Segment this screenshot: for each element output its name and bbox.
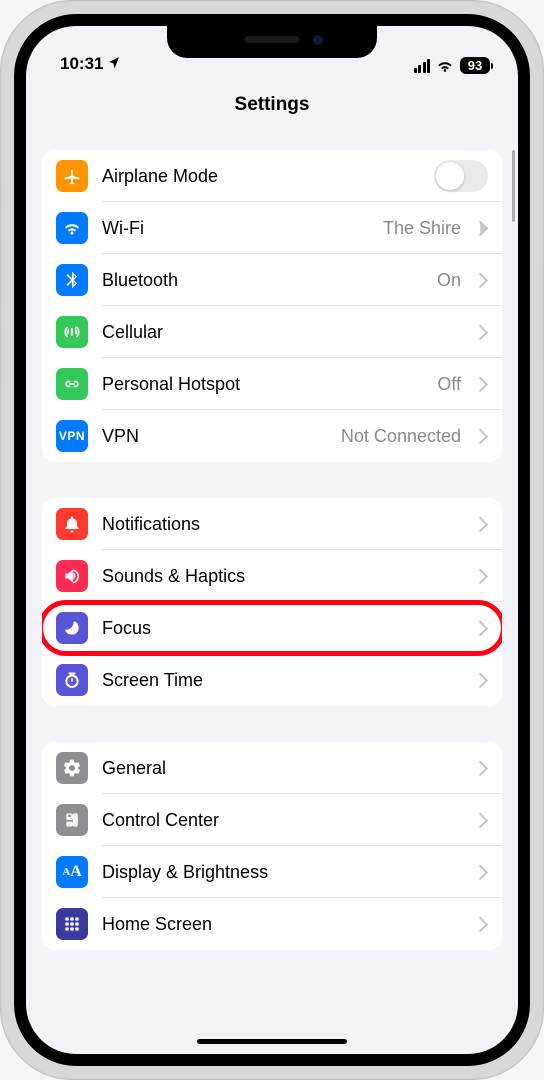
row-value: The Shire	[383, 218, 461, 239]
row-label: Bluetooth	[102, 270, 178, 291]
settings-scroll[interactable]: Airplane Mode Wi-Fi The Shire	[26, 130, 518, 1054]
group-connectivity: Airplane Mode Wi-Fi The Shire	[42, 150, 502, 462]
row-label: Screen Time	[102, 670, 203, 691]
chevron-right-icon	[479, 517, 488, 532]
row-notifications[interactable]: Notifications	[42, 498, 502, 550]
screen: 10:31 93 Settings	[26, 26, 518, 1054]
chevron-right-icon	[479, 761, 488, 776]
row-label: VPN	[102, 426, 139, 447]
row-value: Not Connected	[341, 426, 461, 447]
row-home-screen[interactable]: Home Screen	[42, 898, 502, 950]
row-value: On	[437, 270, 461, 291]
status-time: 10:31	[60, 54, 103, 74]
row-bluetooth[interactable]: Bluetooth On	[42, 254, 502, 306]
volume-down-button	[0, 322, 1, 390]
homescreen-icon	[56, 908, 88, 940]
chevron-right-icon	[479, 377, 488, 392]
airplane-toggle[interactable]	[434, 160, 488, 192]
controlcenter-icon	[56, 804, 88, 836]
row-display-brightness[interactable]: AA Display & Brightness	[42, 846, 502, 898]
focus-icon	[56, 612, 88, 644]
row-focus[interactable]: Focus	[42, 602, 502, 654]
chevron-right-icon	[479, 621, 488, 636]
chevron-right-icon	[479, 673, 488, 688]
screentime-icon	[56, 664, 88, 696]
chevron-right-icon	[479, 429, 488, 444]
signal-icon	[414, 59, 431, 73]
chevron-right-icon	[479, 917, 488, 932]
chevron-right-icon	[479, 569, 488, 584]
row-label: Sounds & Haptics	[102, 566, 245, 587]
wifi-icon	[56, 212, 88, 244]
row-label: Personal Hotspot	[102, 374, 240, 395]
row-wifi[interactable]: Wi-Fi The Shire	[42, 202, 502, 254]
row-airplane-mode[interactable]: Airplane Mode	[42, 150, 502, 202]
home-indicator[interactable]	[197, 1039, 347, 1044]
bluetooth-icon	[56, 264, 88, 296]
chevron-right-icon	[479, 865, 488, 880]
row-label: Focus	[102, 618, 151, 639]
notch	[167, 26, 377, 58]
row-value: Off	[437, 374, 461, 395]
row-label: Display & Brightness	[102, 862, 268, 883]
notifications-icon	[56, 508, 88, 540]
wifi-status-icon	[436, 59, 454, 73]
page-title: Settings	[26, 94, 518, 116]
row-label: Control Center	[102, 810, 219, 831]
row-vpn[interactable]: VPN VPN Not Connected	[42, 410, 502, 462]
location-icon	[107, 55, 121, 73]
general-icon	[56, 752, 88, 784]
hotspot-icon	[56, 368, 88, 400]
row-personal-hotspot[interactable]: Personal Hotspot Off	[42, 358, 502, 410]
row-control-center[interactable]: Control Center	[42, 794, 502, 846]
scroll-indicator	[512, 150, 515, 222]
vpn-icon: VPN	[56, 420, 88, 452]
row-screen-time[interactable]: Screen Time	[42, 654, 502, 706]
battery-icon: 93	[460, 57, 490, 74]
airplane-icon	[56, 160, 88, 192]
chevron-right-icon	[479, 325, 488, 340]
row-label: Notifications	[102, 514, 200, 535]
row-sounds-haptics[interactable]: Sounds & Haptics	[42, 550, 502, 602]
group-notifications: Notifications Sounds & Haptics	[42, 498, 502, 706]
mute-switch	[0, 180, 1, 214]
row-cellular[interactable]: Cellular	[42, 306, 502, 358]
chevron-right-icon	[479, 221, 488, 236]
row-label: Airplane Mode	[102, 166, 218, 187]
nav-header: Settings	[26, 76, 518, 130]
chevron-right-icon	[479, 813, 488, 828]
cellular-icon	[56, 316, 88, 348]
group-general: General Control Center	[42, 742, 502, 950]
sounds-icon	[56, 560, 88, 592]
row-general[interactable]: General	[42, 742, 502, 794]
display-icon: AA	[56, 856, 88, 888]
row-label: Wi-Fi	[102, 218, 144, 239]
row-label: Home Screen	[102, 914, 212, 935]
row-label: General	[102, 758, 166, 779]
volume-up-button	[0, 240, 1, 308]
device-frame: 10:31 93 Settings	[0, 0, 544, 1080]
chevron-right-icon	[479, 273, 488, 288]
row-label: Cellular	[102, 322, 163, 343]
